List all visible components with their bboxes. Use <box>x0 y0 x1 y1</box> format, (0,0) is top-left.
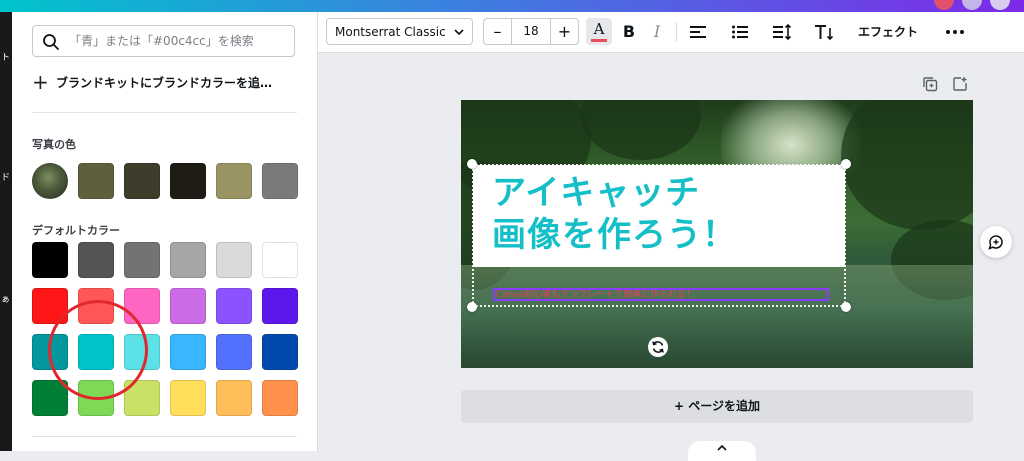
default-color-swatch[interactable] <box>216 288 252 324</box>
more-options-button[interactable] <box>940 18 970 45</box>
add-page-icon[interactable] <box>952 76 968 92</box>
vertical-text-icon <box>815 24 834 40</box>
more-dots-icon <box>946 29 964 34</box>
default-color-swatch[interactable] <box>32 242 68 278</box>
text-color-indicator <box>591 39 607 42</box>
photo-color-swatch[interactable] <box>124 163 160 199</box>
toolbar-divider <box>676 22 677 42</box>
comment-button[interactable] <box>980 226 1012 258</box>
add-page-button[interactable]: + ページを追加 <box>461 390 973 423</box>
rail-label[interactable]: ド <box>1 170 10 183</box>
default-color-swatch[interactable] <box>124 380 160 416</box>
default-color-swatch[interactable] <box>170 288 206 324</box>
font-size-stepper[interactable]: – 18 + <box>483 18 579 45</box>
italic-button[interactable]: I <box>646 18 668 45</box>
default-color-swatch[interactable] <box>78 242 114 278</box>
default-color-swatch[interactable] <box>216 380 252 416</box>
default-color-swatch[interactable] <box>216 242 252 278</box>
spacing-button[interactable] <box>770 18 794 45</box>
chevron-down-icon <box>454 29 464 36</box>
resize-handle-top-right[interactable] <box>841 159 851 169</box>
foliage <box>581 100 701 160</box>
divider <box>32 112 297 113</box>
default-color-swatch[interactable] <box>32 380 68 416</box>
text-toolbar: Montserrat Classic – 18 + A B I エフェクト <box>318 12 1024 53</box>
rotate-handle[interactable] <box>648 337 668 357</box>
default-color-swatch[interactable] <box>32 334 68 370</box>
photo-color-swatch[interactable] <box>78 163 114 199</box>
plus-icon: + <box>32 70 49 94</box>
default-colors-heading: デフォルトカラー <box>32 224 120 237</box>
default-color-swatch[interactable] <box>78 380 114 416</box>
default-color-swatch[interactable] <box>32 288 68 324</box>
default-color-swatch[interactable] <box>170 242 206 278</box>
bullet-list-icon <box>732 25 748 38</box>
default-color-swatch[interactable] <box>216 334 252 370</box>
selection-frame[interactable] <box>472 164 846 307</box>
text-color-a-icon: A <box>593 20 605 38</box>
rail-label[interactable]: ぁ <box>1 292 10 305</box>
foliage <box>841 100 973 230</box>
duplicate-page-icon[interactable] <box>922 76 938 92</box>
avatar[interactable] <box>990 0 1010 10</box>
resize-handle-bottom-right[interactable] <box>841 302 851 312</box>
default-color-swatch[interactable] <box>124 334 160 370</box>
default-color-swatch[interactable] <box>124 288 160 324</box>
font-size-value[interactable]: 18 <box>511 19 551 44</box>
photo-thumbnail-swatch[interactable] <box>32 163 68 199</box>
color-search-input[interactable] <box>69 30 289 52</box>
line-spacing-icon <box>773 23 792 40</box>
decrease-font-size-button[interactable]: – <box>484 19 511 44</box>
photo-color-swatch[interactable] <box>216 163 252 199</box>
default-color-swatch[interactable] <box>78 334 114 370</box>
rail-label[interactable]: ト <box>1 50 10 63</box>
left-nav-rail: ト ド ぁ <box>0 12 12 451</box>
page-navigator-tab[interactable] <box>688 441 756 461</box>
text-direction-button[interactable] <box>812 18 836 45</box>
default-color-swatch[interactable] <box>262 288 298 324</box>
increase-font-size-button[interactable]: + <box>551 19 578 44</box>
rotate-icon <box>652 341 664 353</box>
default-color-swatch[interactable] <box>170 380 206 416</box>
font-family-value: Montserrat Classic <box>335 24 446 39</box>
color-panel: + ブランドキットにブランドカラーを追… 写真の色 デフォルトカラー <box>12 12 318 451</box>
default-color-swatch[interactable] <box>262 380 298 416</box>
align-left-icon <box>690 25 706 38</box>
bold-button[interactable]: B <box>618 18 640 45</box>
top-gradient-bar <box>0 0 1024 12</box>
divider <box>32 436 297 437</box>
bold-icon: B <box>622 22 636 41</box>
text-color-button[interactable]: A <box>586 18 612 45</box>
italic-icon: I <box>653 22 661 41</box>
photo-colors-heading: 写真の色 <box>32 138 76 151</box>
default-color-swatch[interactable] <box>170 334 206 370</box>
photo-color-swatch[interactable] <box>262 163 298 199</box>
comment-icon <box>988 235 1003 250</box>
design-subtitle-text[interactable]: Canva初心者もテンプレートで簡単に作られる！ <box>493 288 829 301</box>
align-button[interactable] <box>686 18 710 45</box>
effects-button[interactable]: エフェクト <box>850 18 926 45</box>
color-search-box[interactable] <box>32 25 295 57</box>
default-color-swatch[interactable] <box>262 334 298 370</box>
default-color-swatch[interactable] <box>124 242 160 278</box>
avatar[interactable] <box>962 0 982 10</box>
avatar[interactable] <box>934 0 954 10</box>
resize-handle-bottom-left[interactable] <box>467 302 477 312</box>
list-button[interactable] <box>728 18 752 45</box>
default-color-swatch[interactable] <box>262 242 298 278</box>
font-family-select[interactable]: Montserrat Classic <box>326 18 473 45</box>
search-icon <box>43 34 59 50</box>
add-brand-color-button[interactable]: + ブランドキットにブランドカラーを追… <box>32 72 272 92</box>
resize-handle-top-left[interactable] <box>467 159 477 169</box>
add-brand-color-label: ブランドキットにブランドカラーを追… <box>56 75 273 90</box>
default-color-swatch[interactable] <box>78 288 114 324</box>
photo-color-swatch[interactable] <box>170 163 206 199</box>
effects-label: エフェクト <box>857 25 918 39</box>
